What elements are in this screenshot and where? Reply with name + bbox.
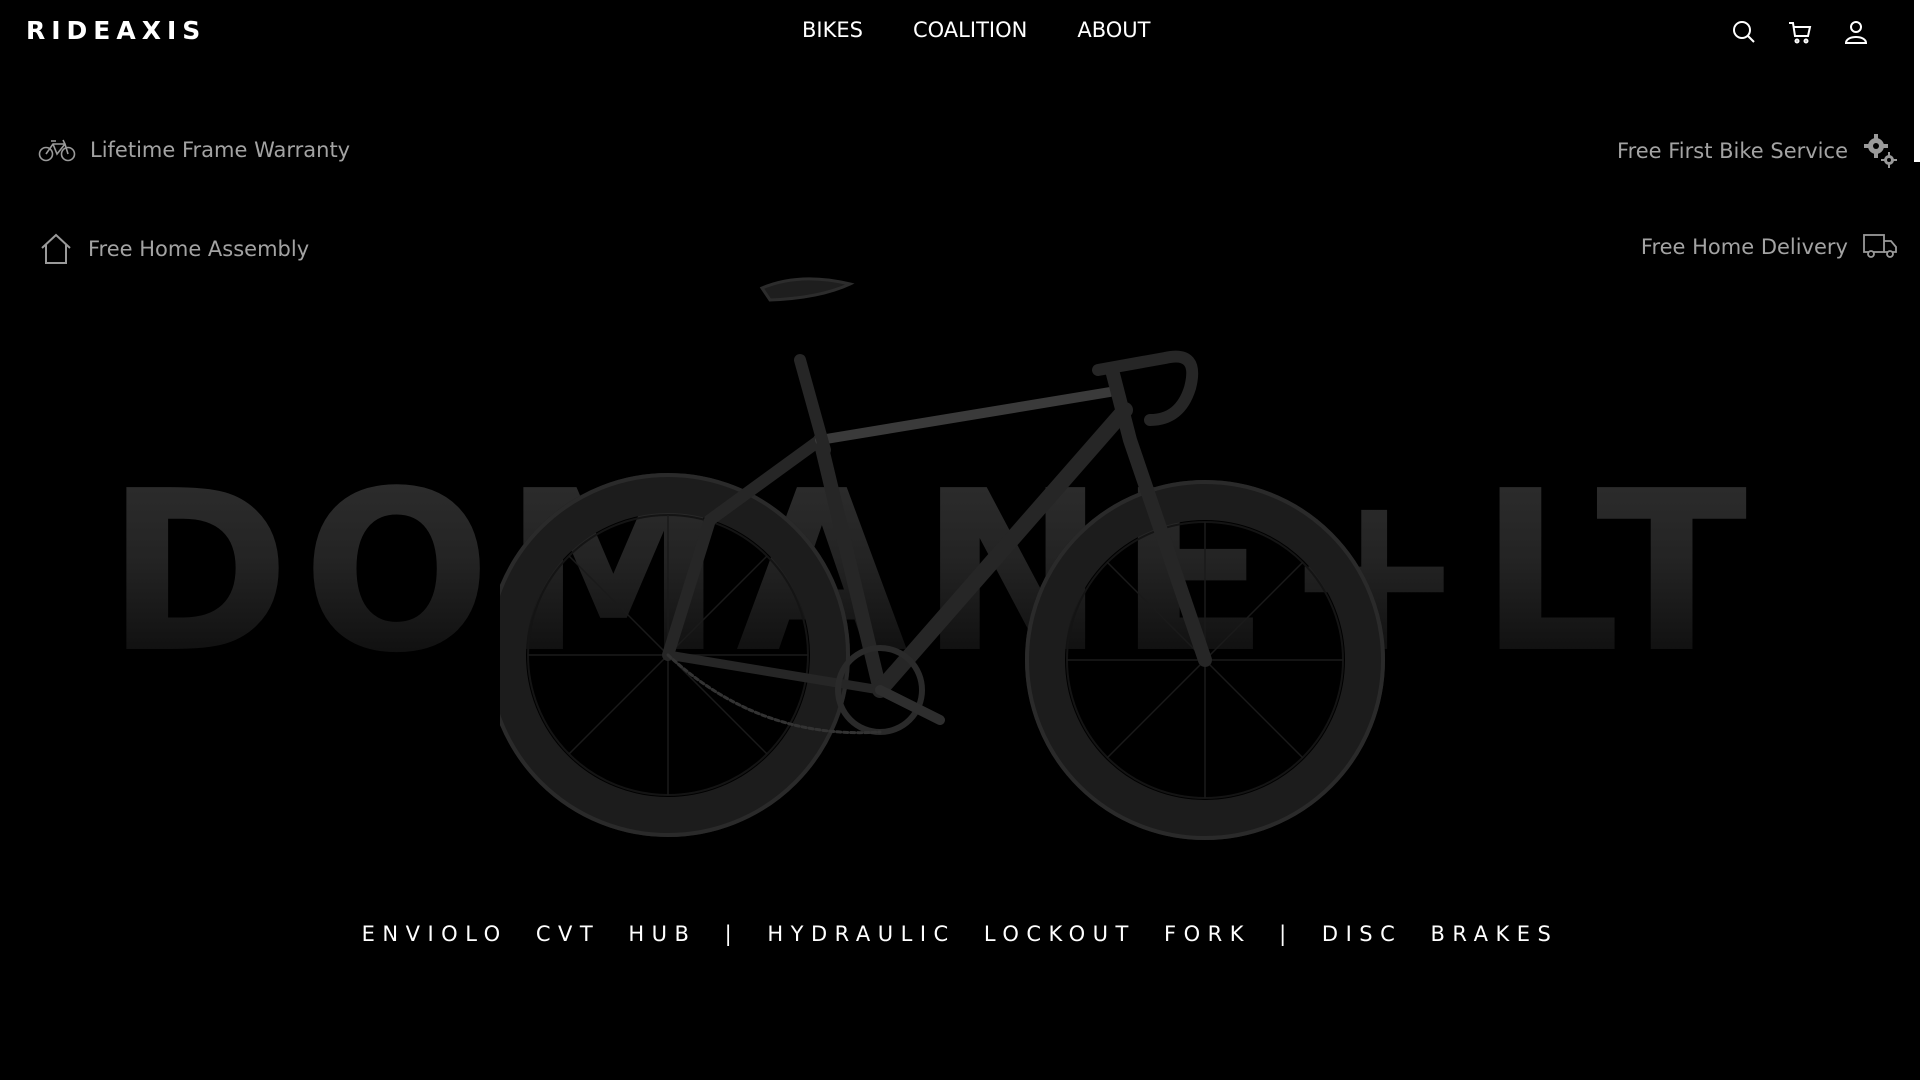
gears-icon — [1862, 133, 1898, 169]
search-icon[interactable] — [1728, 16, 1760, 48]
landing-page: RIDEAXIS BIKES COALITION ABOUT Lifetime … — [0, 0, 1920, 1080]
bicycle-icon — [38, 137, 76, 163]
feature-warranty-label: Lifetime Frame Warranty — [90, 138, 351, 162]
feature-assembly-label: Free Home Assembly — [88, 237, 310, 261]
header-actions — [1728, 16, 1872, 48]
feature-delivery: Free Home Delivery — [1641, 231, 1898, 263]
feature-warranty: Lifetime Frame Warranty — [38, 137, 350, 163]
user-icon[interactable] — [1840, 16, 1872, 48]
home-icon — [38, 231, 74, 267]
truck-icon — [1862, 231, 1898, 263]
cart-icon[interactable] — [1784, 16, 1816, 48]
hero-specs: ENVIOLO CVT HUB | HYDRAULIC LOCKOUT FORK… — [361, 922, 1559, 946]
feature-service: Free First Bike Service — [1617, 133, 1898, 169]
feature-delivery-label: Free Home Delivery — [1640, 235, 1848, 259]
main-nav: BIKES COALITION ABOUT — [802, 18, 1150, 42]
feature-service-label: Free First Bike Service — [1617, 139, 1848, 163]
nav-item-bikes[interactable]: BIKES — [802, 18, 863, 42]
feature-assembly: Free Home Assembly — [38, 231, 309, 267]
nav-item-coalition[interactable]: COALITION — [913, 18, 1027, 42]
scrollbar[interactable] — [1914, 0, 1920, 162]
brand-logo[interactable]: RIDEAXIS — [26, 16, 206, 45]
bike-image — [500, 277, 1385, 840]
nav-item-about[interactable]: ABOUT — [1077, 18, 1150, 42]
